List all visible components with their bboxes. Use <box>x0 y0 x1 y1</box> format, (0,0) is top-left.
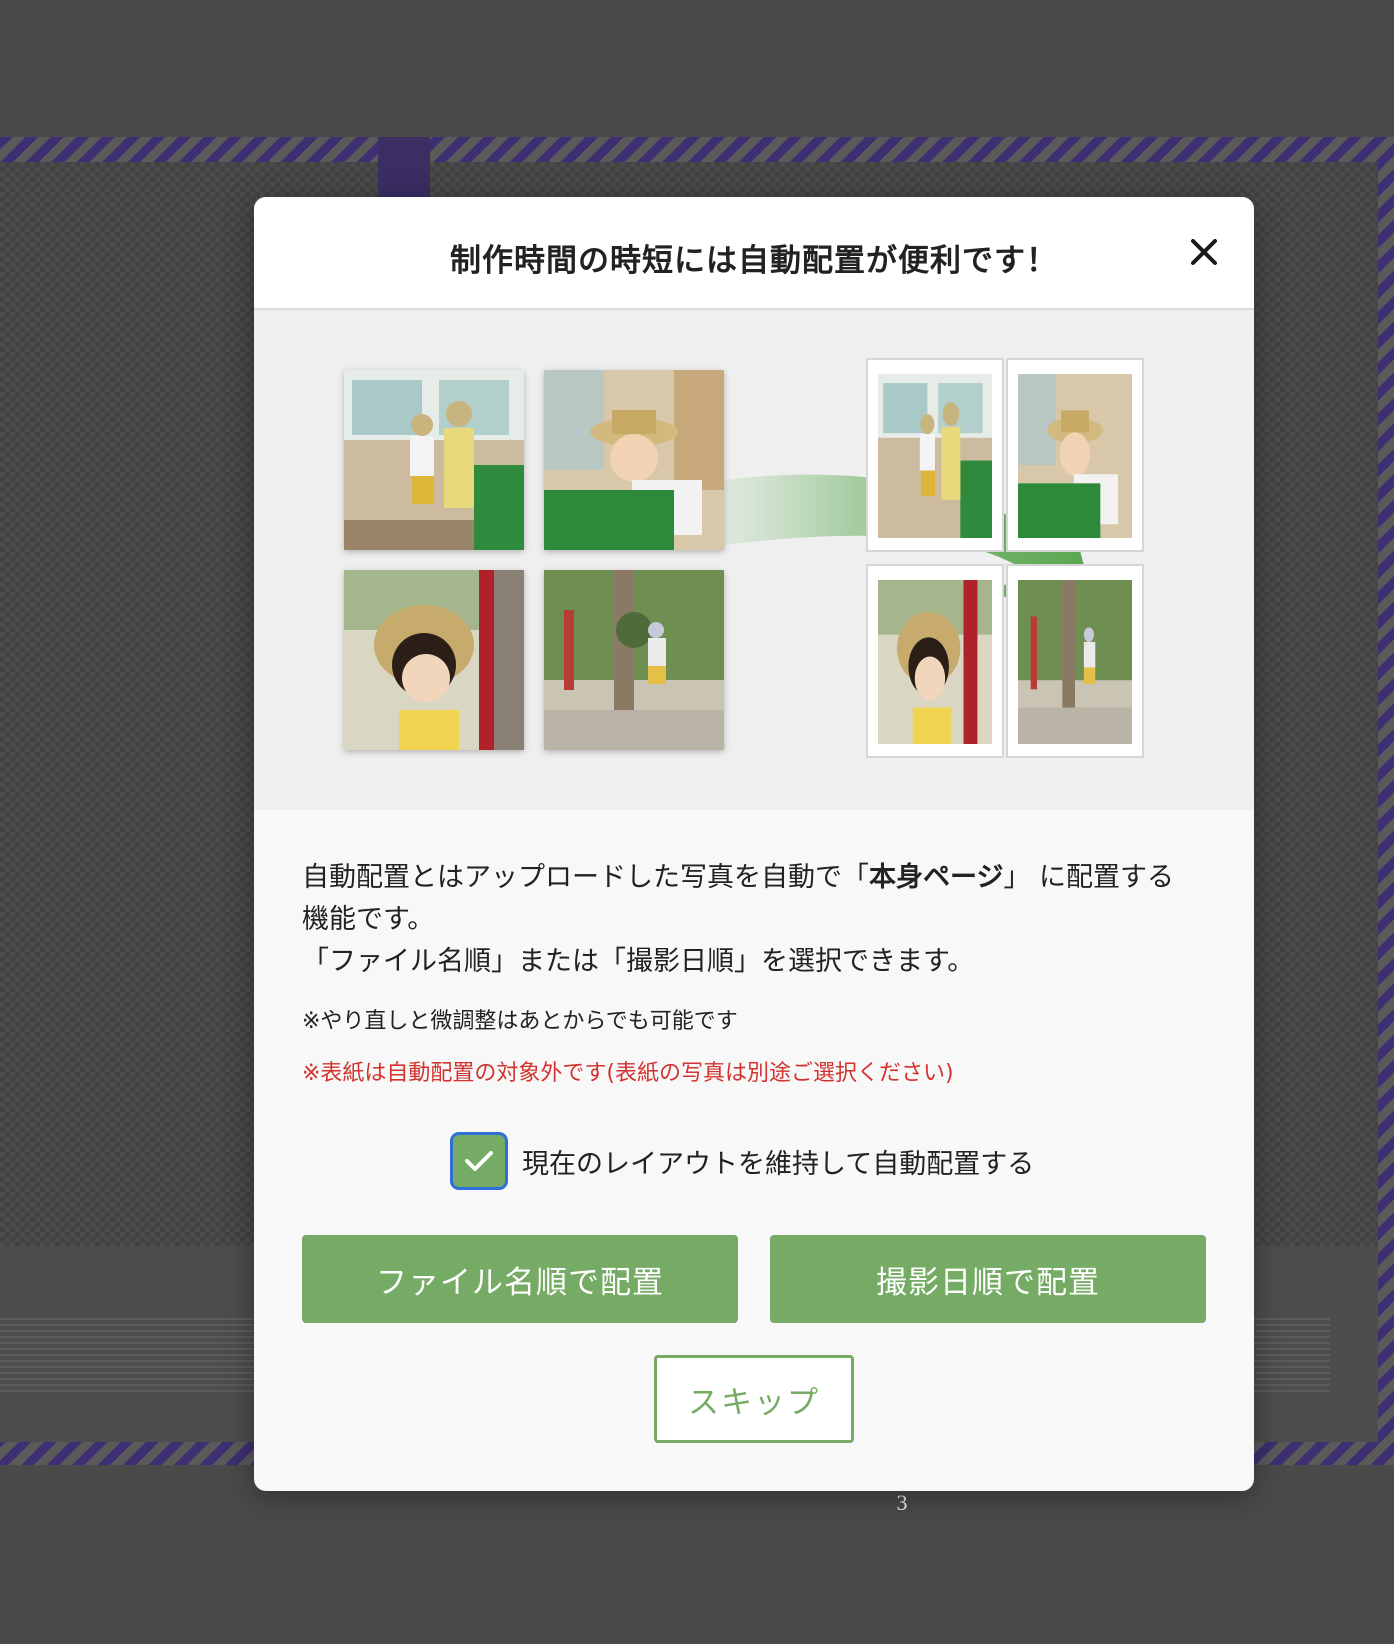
photo-girl-hugging-pole-arranged <box>878 580 992 744</box>
description-line-3: 「ファイル名順」または「撮影日順」を選択できます。 <box>302 946 975 977</box>
dialog-title: 制作時間の時短には自動配置が便利です！ <box>450 243 1058 279</box>
description-emphasis: 本身ページ <box>869 862 1004 893</box>
page-spine-marker <box>378 137 430 197</box>
adjustment-note: ※やり直しと微調整はあとからでも可能です <box>302 1009 738 1034</box>
arranged-slot-4 <box>1006 564 1144 758</box>
arranged-slot-3 <box>866 564 1004 758</box>
close-icon <box>1191 239 1217 265</box>
keep-layout-option[interactable]: 現在のレイアウトを維持して自動配置する <box>450 1132 1034 1190</box>
auto-layout-illustration <box>254 310 1254 810</box>
photo-boy-leaning-seat <box>544 370 724 550</box>
page-number: 3 <box>896 1490 908 1515</box>
arrange-by-date-button[interactable]: 撮影日順で配置 <box>770 1235 1206 1323</box>
photo-girl-hugging-pole <box>344 570 524 750</box>
arrange-by-filename-button[interactable]: ファイル名順で配置 <box>302 1235 738 1323</box>
skip-button[interactable]: スキップ <box>654 1355 854 1443</box>
auto-layout-dialog: 制作時間の時短には自動配置が便利です！ 自動配置とはアップロードした写真を自動で… <box>254 197 1254 1491</box>
photo-train-window-kids-arranged <box>878 374 992 538</box>
cover-warning: ※表紙は自動配置の対象外です(表紙の写真は別途ご選択ください) <box>302 1061 954 1086</box>
dialog-description: 自動配置とはアップロードした写真を自動で「本身ページ」 に配置する 機能です。 … <box>302 857 1222 983</box>
photo-boy-walking-shrine <box>544 570 724 750</box>
arranged-slot-2 <box>1006 358 1144 552</box>
keep-layout-checkbox[interactable] <box>450 1132 508 1190</box>
keep-layout-label: 現在のレイアウトを維持して自動配置する <box>522 1148 1035 1180</box>
checkmark-icon <box>465 1151 493 1171</box>
description-line-2: 機能です。 <box>302 904 435 935</box>
photo-boy-leaning-seat-arranged <box>1018 374 1132 538</box>
arranged-slot-1 <box>866 358 1004 552</box>
description-line-1: 自動配置とはアップロードした写真を自動で「本身ページ」 に配置する <box>302 862 1175 893</box>
close-button[interactable] <box>1182 230 1226 274</box>
photo-train-window-kids <box>344 370 524 550</box>
photo-boy-walking-shrine-arranged <box>1018 580 1132 744</box>
dialog-header: 制作時間の時短には自動配置が便利です！ <box>254 197 1254 310</box>
